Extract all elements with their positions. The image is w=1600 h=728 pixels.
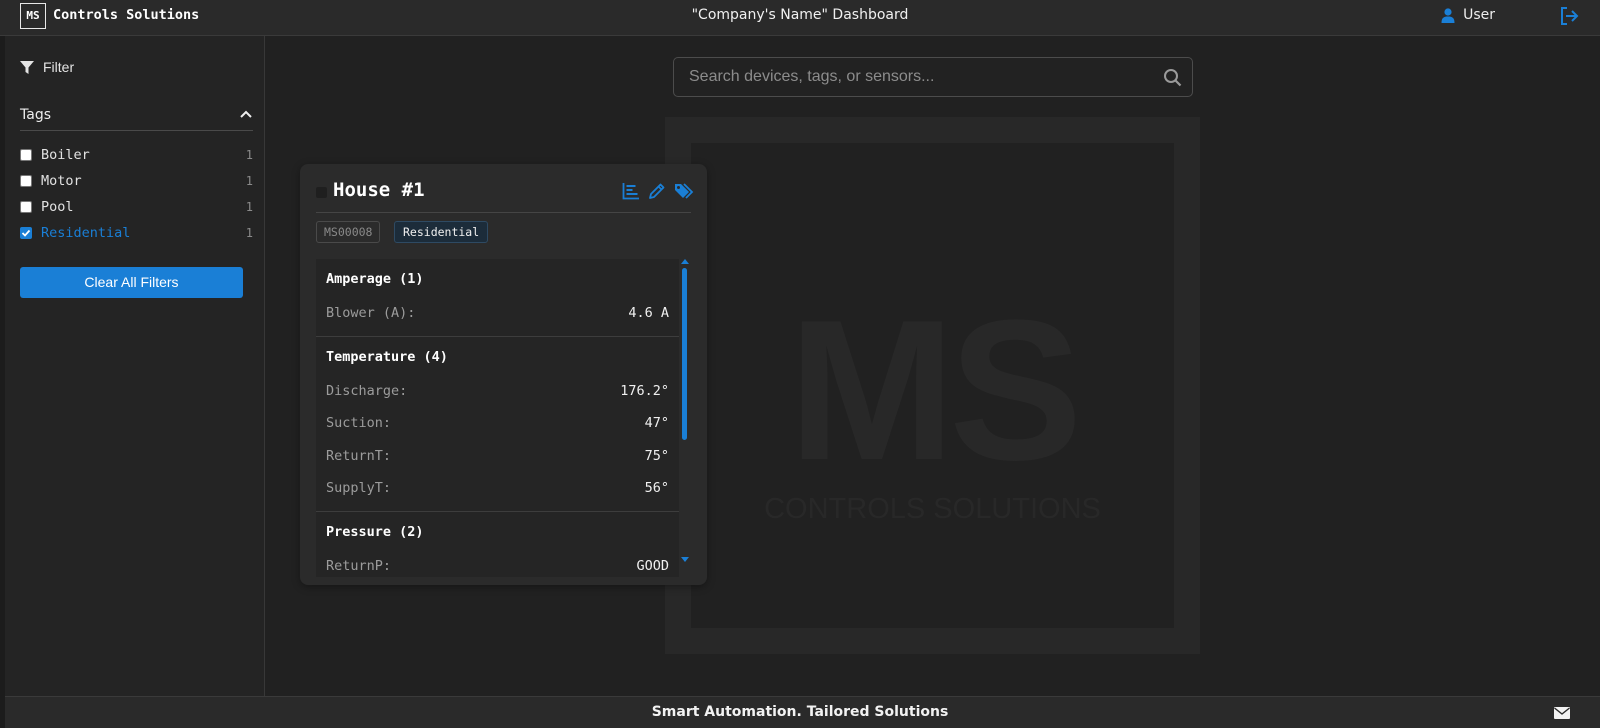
clear-filters-button[interactable]: Clear All Filters [20, 267, 243, 298]
device-tag-badge[interactable]: Residential [394, 221, 489, 243]
user-menu[interactable]: User [1441, 7, 1495, 23]
tag-list: Boiler 1 Motor 1 Pool 1 Residential 1 [20, 142, 253, 246]
sensor-value: 56° [644, 480, 669, 497]
tag-count: 1 [245, 148, 253, 162]
group-title: Temperature (4) [326, 348, 448, 365]
tag-label: Residential [41, 225, 131, 241]
footer: Smart Automation. Tailored Solutions [5, 696, 1600, 728]
tags-section-header[interactable]: Tags [20, 107, 253, 131]
device-card[interactable]: House #1 MS00008 Residential Amperage (1… [300, 164, 707, 585]
sensor-label: ReturnT: [326, 447, 392, 464]
filter-icon [20, 60, 34, 74]
filter-header: Filter [20, 59, 74, 75]
watermark-logo: MS CONTROLS SOLUTIONS [665, 117, 1200, 654]
edit-icon[interactable] [648, 182, 666, 200]
watermark-inner: MS CONTROLS SOLUTIONS [691, 143, 1174, 628]
chevron-up-icon[interactable] [239, 107, 253, 121]
page-title: "Company's Name" Dashboard [691, 7, 909, 23]
sensor-value: 176.2° [620, 382, 669, 399]
tag-count: 1 [245, 226, 253, 240]
watermark-ms: MS [788, 279, 1083, 502]
scroll-up-arrow[interactable] [681, 259, 689, 264]
sensor-row: Blower (A): 4.6 A [316, 297, 679, 330]
sensor-value: 47° [644, 415, 669, 432]
divider [316, 212, 691, 213]
sensor-value: 75° [644, 447, 669, 464]
tag-checkbox[interactable] [20, 201, 32, 213]
tag-count: 1 [245, 174, 253, 188]
sensor-label: SupplyT: [326, 480, 392, 497]
sensor-row: Suction: 47° [316, 407, 679, 440]
tag-checkbox[interactable] [20, 175, 32, 187]
tag-item-motor[interactable]: Motor 1 [20, 168, 253, 194]
sensor-label: ReturnP: [326, 557, 392, 574]
tag-label: Pool [41, 199, 74, 215]
mail-icon[interactable] [1554, 707, 1570, 719]
sensor-value: 4.6 A [628, 305, 669, 322]
tags-heading: Tags [20, 107, 51, 123]
top-bar: MS Controls Solutions "Company's Name" D… [0, 0, 1600, 36]
user-label: User [1463, 7, 1495, 23]
card-actions [622, 182, 694, 200]
sensor-row: SupplyT: 56° [316, 472, 679, 505]
device-title: House #1 [333, 179, 425, 201]
group-title: Pressure (2) [326, 523, 424, 540]
sensor-row: ReturnT: 75° [316, 440, 679, 473]
tag-item-boiler[interactable]: Boiler 1 [20, 142, 253, 168]
chart-icon[interactable] [622, 182, 640, 200]
device-id-badge: MS00008 [316, 221, 381, 243]
user-icon [1441, 7, 1455, 23]
logout-icon[interactable] [1558, 5, 1580, 27]
sensor-label: Discharge: [326, 382, 408, 399]
sidebar: Filter Tags Boiler 1 Motor 1 Pool 1 Resi… [5, 36, 265, 696]
search-icon[interactable] [1163, 68, 1182, 87]
status-indicator [316, 187, 327, 198]
search-input[interactable] [689, 58, 1149, 96]
readings-scrollbar[interactable] [680, 259, 690, 577]
sensor-label: Suction: [326, 415, 392, 432]
filter-label: Filter [43, 59, 75, 75]
search-box [673, 57, 1193, 97]
tag-checkbox-checked[interactable] [20, 227, 32, 239]
sensor-readings-list[interactable]: Amperage (1) Blower (A): 4.6 A Temperatu… [316, 259, 679, 577]
tag-item-residential[interactable]: Residential 1 [20, 220, 253, 246]
tags-icon[interactable] [674, 182, 694, 200]
sensor-group-pressure: Pressure (2) ReturnP: GOOD [316, 512, 679, 578]
sensor-label: Blower (A): [326, 305, 416, 322]
check-icon [21, 229, 31, 237]
scroll-thumb[interactable] [682, 268, 687, 440]
tag-count: 1 [245, 200, 253, 214]
watermark-subtitle: CONTROLS SOLUTIONS [764, 493, 1101, 525]
scroll-down-arrow[interactable] [681, 557, 689, 562]
sensor-value: GOOD [636, 557, 669, 574]
tag-item-pool[interactable]: Pool 1 [20, 194, 253, 220]
tag-label: Motor [41, 173, 82, 189]
sensor-row: ReturnP: GOOD [316, 550, 679, 578]
group-title: Amperage (1) [326, 271, 424, 287]
tag-checkbox[interactable] [20, 149, 32, 161]
sensor-group-temperature: Temperature (4) Discharge: 176.2° Suctio… [316, 337, 679, 512]
tag-label: Boiler [41, 147, 90, 163]
sensor-group-amperage: Amperage (1) Blower (A): 4.6 A [316, 259, 679, 337]
sensor-row: Discharge: 176.2° [316, 375, 679, 408]
footer-tagline: Smart Automation. Tailored Solutions [651, 704, 949, 720]
